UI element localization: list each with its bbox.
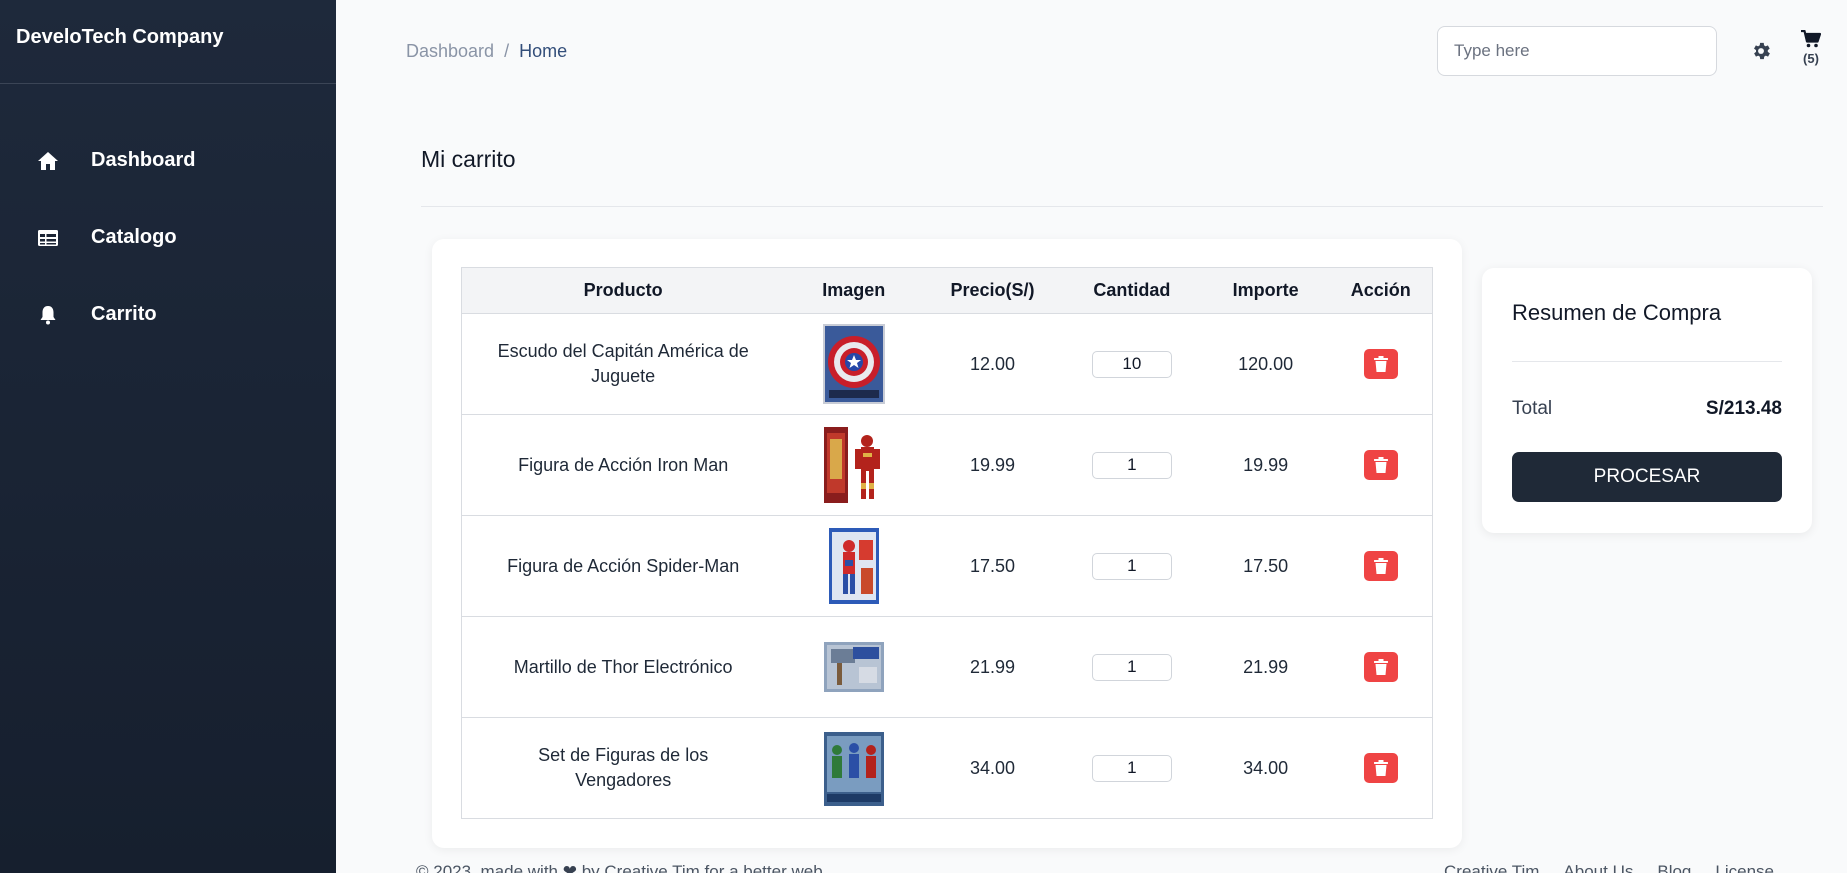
table-row: Figura de Acción Spider-Man 17.50 1 17.5… <box>461 515 1433 617</box>
sidebar-item-label: Catalogo <box>91 226 177 248</box>
search-input[interactable] <box>1437 26 1717 76</box>
delete-button[interactable] <box>1363 349 1398 379</box>
product-amount: 34.00 <box>1243 757 1289 778</box>
product-image <box>822 425 885 505</box>
footer-link-creative-tim[interactable]: Creative Tim <box>1444 862 1539 873</box>
quantity-input[interactable] <box>1091 552 1172 580</box>
cart-table: Producto Imagen Precio(S/) Cantidad Impo… <box>461 267 1433 819</box>
quantity-input[interactable] <box>1091 653 1172 681</box>
sidebar-nav: Dashboard Catalogo Carrito <box>0 84 336 353</box>
brand-name[interactable]: DeveloTech Company <box>0 0 336 84</box>
table-icon <box>36 226 60 250</box>
trash-icon <box>1373 558 1388 574</box>
footer-links: Creative Tim About Us Blog License <box>1444 862 1774 873</box>
footer-link-blog[interactable]: Blog <box>1657 862 1691 873</box>
sidebar-item-carrito[interactable]: Carrito <box>0 276 336 353</box>
product-price: 19.99 <box>970 454 1016 475</box>
product-amount: 21.99 <box>1243 656 1289 677</box>
product-price: 12.00 <box>970 353 1016 374</box>
product-price: 34.00 <box>970 757 1016 778</box>
product-price: 17.50 <box>970 555 1016 576</box>
gear-icon[interactable] <box>1750 40 1772 62</box>
footer-copyright-text-end: by Creative Tim for a better web. <box>581 862 828 873</box>
summary-title: Resumen de Compra <box>1512 300 1722 325</box>
column-header-imagen: Imagen <box>784 267 924 314</box>
product-amount: 120.00 <box>1238 353 1294 374</box>
sidebar: DeveloTech Company Dashboard Catalogo Ca… <box>0 0 336 873</box>
column-header-cantidad: Cantidad <box>1061 267 1202 314</box>
sidebar-item-label: Dashboard <box>91 149 196 171</box>
divider <box>421 206 1823 207</box>
table-row: Set de Figuras de los Vengadores 34.00 1… <box>461 717 1433 819</box>
product-name: Escudo del Capitán América de Juguete <box>497 341 749 386</box>
product-image <box>822 526 885 606</box>
footer-copyright-text: © 2023, made with <box>416 862 558 873</box>
cart-icon <box>1801 29 1822 52</box>
trash-icon <box>1373 457 1388 473</box>
table-row: Martillo de Thor Electrónico 21.99 1 21.… <box>461 616 1433 718</box>
breadcrumb-separator: / <box>504 41 510 61</box>
heart-icon: ❤ <box>562 862 577 873</box>
cart-button[interactable]: (5) <box>1799 29 1823 66</box>
sidebar-item-dashboard[interactable]: Dashboard <box>0 122 336 199</box>
delete-button[interactable] <box>1363 652 1398 682</box>
home-icon <box>36 149 60 173</box>
product-name: Figura de Acción Iron Man <box>518 454 729 475</box>
bell-icon <box>36 303 60 327</box>
footer-link-about-us[interactable]: About Us <box>1563 862 1633 873</box>
product-image <box>822 728 885 808</box>
order-summary-card: Resumen de Compra Total S/213.48 PROCESA… <box>1482 268 1812 533</box>
delete-button[interactable] <box>1363 450 1398 480</box>
footer-link-license[interactable]: License <box>1715 862 1774 873</box>
column-header-precio: Precio(S/) <box>923 267 1062 314</box>
trash-icon <box>1373 760 1388 776</box>
product-amount: 19.99 <box>1243 454 1289 475</box>
quantity-input[interactable] <box>1091 754 1172 782</box>
product-name: Figura de Acción Spider-Man <box>507 555 740 576</box>
delete-button[interactable] <box>1363 551 1398 581</box>
breadcrumb-link-dashboard[interactable]: Dashboard <box>406 41 494 62</box>
breadcrumb: Dashboard / Home <box>406 41 567 62</box>
column-header-accion: Acción <box>1329 267 1433 314</box>
product-name: Martillo de Thor Electrónico <box>513 656 733 677</box>
cart-table-card: Producto Imagen Precio(S/) Cantidad Impo… <box>432 239 1462 848</box>
cart-count-badge: (5) <box>1803 51 1819 66</box>
page-title: Mi carrito <box>421 146 516 172</box>
delete-button[interactable] <box>1363 753 1398 783</box>
product-image <box>822 627 885 707</box>
product-image <box>822 324 885 404</box>
total-label: Total <box>1512 398 1553 419</box>
breadcrumb-current: Home <box>519 41 568 61</box>
column-header-producto: Producto <box>461 267 785 314</box>
divider <box>1512 361 1782 362</box>
table-row: Figura de Acción Iron Man 19.99 1 19.99 <box>461 414 1433 516</box>
table-row: Escudo del Capitán América de Juguete 12… <box>461 313 1433 415</box>
product-amount: 17.50 <box>1243 555 1289 576</box>
table-header-row: Producto Imagen Precio(S/) Cantidad Impo… <box>461 267 1433 314</box>
column-header-importe: Importe <box>1201 267 1330 314</box>
sidebar-item-catalogo[interactable]: Catalogo <box>0 199 336 276</box>
total-value: S/213.48 <box>1705 398 1782 419</box>
trash-icon <box>1373 659 1388 675</box>
product-name: Set de Figuras de los Vengadores <box>538 745 709 790</box>
quantity-input[interactable] <box>1091 350 1172 378</box>
sidebar-item-label: Carrito <box>91 303 157 325</box>
process-button[interactable]: PROCESAR <box>1512 452 1782 502</box>
quantity-input[interactable] <box>1091 451 1172 479</box>
footer-copyright: © 2023, made with ❤ by Creative Tim for … <box>416 862 827 873</box>
trash-icon <box>1373 356 1388 372</box>
product-price: 21.99 <box>970 656 1016 677</box>
